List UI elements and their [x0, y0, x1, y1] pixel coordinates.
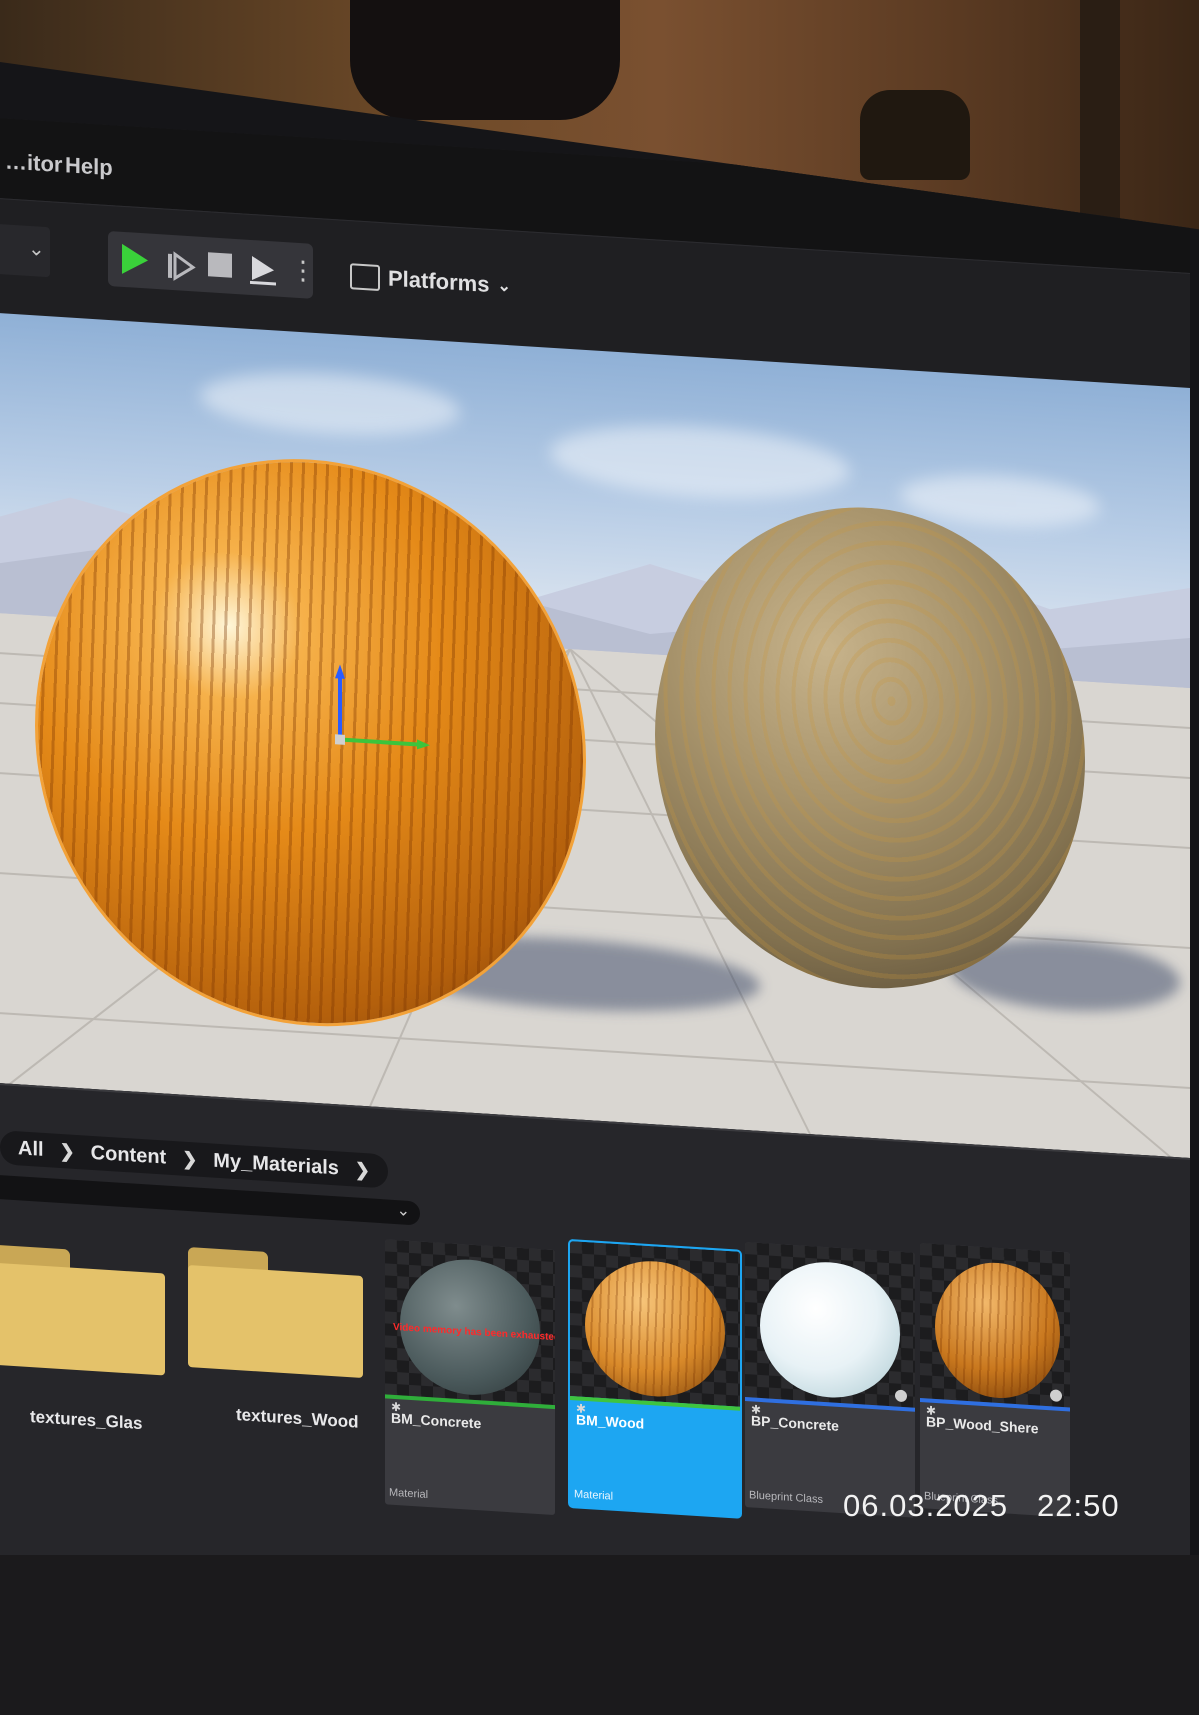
- gamepad-icon: [350, 263, 380, 292]
- asset-tile-bm-wood[interactable]: ✱ BM_Wood Material: [570, 1241, 740, 1517]
- background-post: [1080, 0, 1120, 220]
- asset-name: BM_Wood: [576, 1411, 645, 1432]
- chevron-right-icon: ❯: [182, 1148, 198, 1170]
- folder-textures-wood[interactable]: [188, 1246, 363, 1378]
- blueprint-badge-icon: [1050, 1389, 1062, 1402]
- menu-item-help[interactable]: Help: [65, 152, 113, 181]
- breadcrumb-my-materials[interactable]: My_Materials: [213, 1149, 339, 1180]
- breadcrumb-all[interactable]: All: [18, 1137, 44, 1162]
- menu-item-editor[interactable]: …itor: [5, 148, 62, 178]
- chevron-down-icon: ⌄: [396, 1202, 410, 1220]
- play-controls: ⋮: [108, 230, 316, 299]
- timestamp-date: 06.03.2025: [843, 1488, 1009, 1523]
- eject-icon[interactable]: [248, 252, 278, 288]
- head-shadow: [350, 0, 620, 120]
- asset-tile-bp-wood-shere[interactable]: ✱ BP_Wood_Shere Blueprint Class: [920, 1243, 1070, 1518]
- breadcrumb-content[interactable]: Content: [91, 1141, 167, 1169]
- transform-gizmo[interactable]: [335, 664, 435, 770]
- cloud: [200, 365, 460, 443]
- timestamp-time: 22:50: [1037, 1488, 1120, 1523]
- chevron-down-icon: ⌄: [497, 277, 511, 296]
- chevron-right-icon: ❯: [354, 1158, 371, 1180]
- unreal-editor-window: …itor Help ⌄ ⋮ Platforms ⌄ All ❯ Content…: [0, 115, 1190, 1555]
- level-viewport[interactable]: [0, 310, 1190, 1159]
- asset-name: BP_Concrete: [751, 1412, 839, 1434]
- advance-frame-icon[interactable]: [166, 249, 196, 285]
- content-browser: All ❯ Content ❯ My_Materials ❯ ⌄ texture…: [0, 1080, 1190, 1555]
- asset-type: Material: [389, 1486, 429, 1502]
- more-options-icon[interactable]: ⋮: [290, 254, 320, 292]
- platforms-label: Platforms: [388, 265, 490, 297]
- asset-name: BP_Wood_Shere: [926, 1413, 1039, 1437]
- blueprint-badge-icon: [895, 1389, 907, 1403]
- folder-label: textures_Wood: [236, 1404, 359, 1432]
- chevron-down-icon: ⌄: [28, 237, 45, 261]
- folder-textures-glas[interactable]: [0, 1244, 165, 1376]
- cloud: [550, 417, 850, 507]
- object-shadow: [860, 90, 970, 180]
- asset-tile-bm-concrete[interactable]: Video memory has been exhausted (1342) ✱…: [385, 1239, 555, 1516]
- play-icon[interactable]: [122, 243, 148, 276]
- stop-icon[interactable]: [208, 252, 232, 278]
- mode-selector-button[interactable]: ⌄: [0, 223, 50, 278]
- folder-label: textures_Glas: [30, 1407, 143, 1434]
- asset-type: Material: [574, 1488, 614, 1503]
- asset-name: BM_Concrete: [391, 1409, 482, 1432]
- monitor-screen: …itor Help ⌄ ⋮ Platforms ⌄ All ❯ Content…: [0, 55, 1199, 1555]
- asset-tile-bp-concrete[interactable]: ✱ BP_Concrete Blueprint Class: [745, 1242, 915, 1518]
- photo-timestamp: 06.03.2025 22:50: [843, 1488, 1120, 1524]
- chevron-right-icon: ❯: [59, 1140, 75, 1162]
- platforms-menu[interactable]: Platforms ⌄: [350, 263, 511, 299]
- asset-type: Blueprint Class: [749, 1489, 823, 1506]
